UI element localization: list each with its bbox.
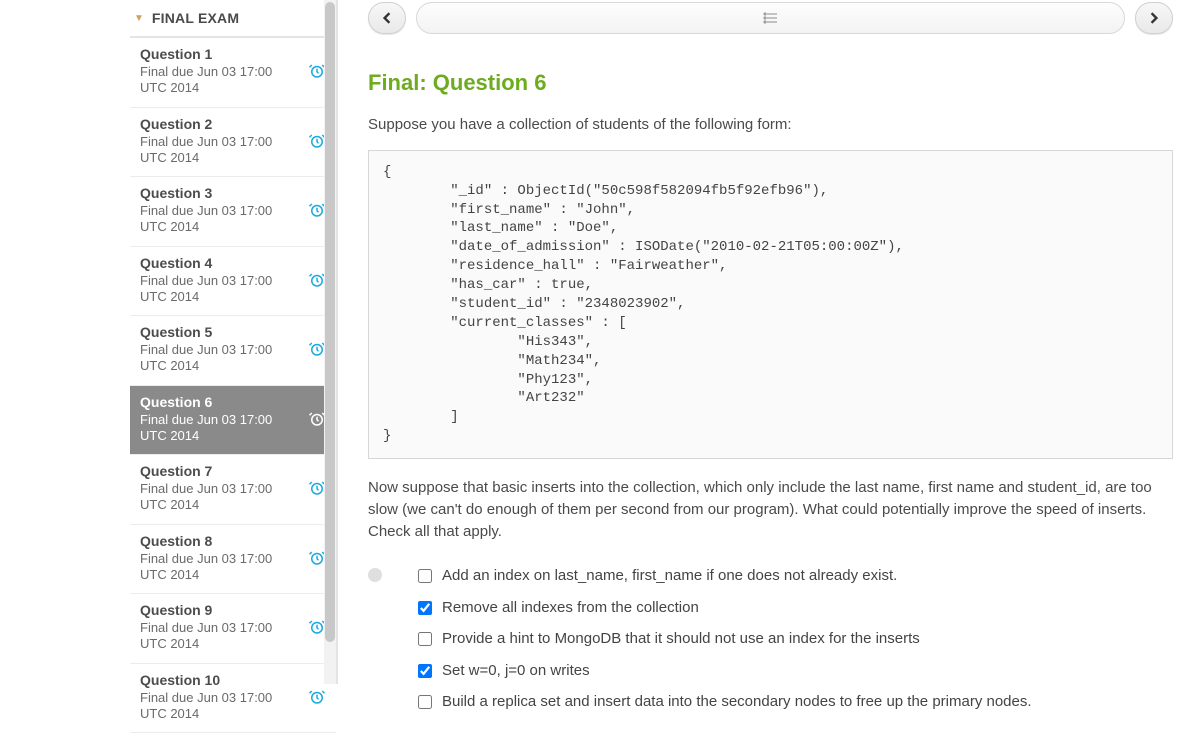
sidebar-item-title: Question 9 [140,602,300,618]
next-unit-button[interactable] [1135,2,1173,34]
sidebar-item-subtitle: Final due Jun 03 17:00 UTC 2014 [140,481,300,514]
question-prompt: Now suppose that basic inserts into the … [368,477,1173,542]
sidebar-item-question-7[interactable]: Question 7 Final due Jun 03 17:00 UTC 201… [130,455,336,525]
sidebar-item-title: Question 3 [140,185,300,201]
answer-checkbox-5[interactable] [418,695,432,709]
sidebar-item-subtitle: Final due Jun 03 17:00 UTC 2014 [140,690,300,723]
answer-list: Add an index on last_name, first_name if… [418,566,1173,724]
sidebar-item-title: Question 7 [140,463,300,479]
sidebar-item-subtitle: Final due Jun 03 17:00 UTC 2014 [140,412,300,445]
collapse-triangle-icon: ▼ [134,13,144,24]
sidebar-item-question-4[interactable]: Question 4 Final due Jun 03 17:00 UTC 201… [130,247,336,317]
question-heading: Final: Question 6 [368,70,1173,96]
sidebar-scrollbar-thumb[interactable] [325,2,335,642]
sidebar-item-title: Question 10 [140,672,300,688]
sidebar-item-subtitle: Final due Jun 03 17:00 UTC 2014 [140,64,300,97]
sidebar-item-question-9[interactable]: Question 9 Final due Jun 03 17:00 UTC 201… [130,594,336,664]
section-title: FINAL EXAM [152,10,239,26]
answer-label: Provide a hint to MongoDB that it should… [442,629,920,649]
answer-checkbox-3[interactable] [418,632,432,646]
question-list: Question 1 Final due Jun 03 17:00 UTC 201… [130,38,336,733]
sidebar-item-title: Question 8 [140,533,300,549]
sidebar-item-subtitle: Final due Jun 03 17:00 UTC 2014 [140,342,300,375]
main-content: Final: Question 6 Suppose you have a col… [338,0,1203,684]
question-intro: Suppose you have a collection of student… [368,114,1173,136]
answer-checkbox-2[interactable] [418,601,432,615]
answer-checkbox-1[interactable] [418,569,432,583]
prev-unit-button[interactable] [368,2,406,34]
answer-label: Set w=0, j=0 on writes [442,661,590,681]
unit-nav-spacer[interactable] [416,2,1125,34]
answer-label: Add an index on last_name, first_name if… [442,566,897,586]
sidebar-item-question-2[interactable]: Question 2 Final due Jun 03 17:00 UTC 201… [130,108,336,178]
answer-label: Remove all indexes from the collection [442,598,699,618]
answer-option-5[interactable]: Build a replica set and insert data into… [418,692,1173,712]
status-column [368,566,418,724]
alarm-clock-icon [308,688,326,706]
section-header[interactable]: ▼ FINAL EXAM [130,0,336,38]
status-indicator-icon [368,568,382,582]
sidebar-item-subtitle: Final due Jun 03 17:00 UTC 2014 [140,203,300,236]
sidebar-item-subtitle: Final due Jun 03 17:00 UTC 2014 [140,620,300,653]
sidebar-item-question-3[interactable]: Question 3 Final due Jun 03 17:00 UTC 201… [130,177,336,247]
answer-checkbox-4[interactable] [418,664,432,678]
answer-option-1[interactable]: Add an index on last_name, first_name if… [418,566,1173,586]
sidebar-item-title: Question 2 [140,116,300,132]
sidebar-item-question-1[interactable]: Question 1 Final due Jun 03 17:00 UTC 201… [130,38,336,108]
sidebar-item-question-10[interactable]: Question 10 Final due Jun 03 17:00 UTC 20… [130,664,336,733]
sidebar-item-title: Question 1 [140,46,300,62]
answer-option-4[interactable]: Set w=0, j=0 on writes [418,661,1173,681]
sidebar-item-subtitle: Final due Jun 03 17:00 UTC 2014 [140,273,300,306]
sidebar-item-title: Question 6 [140,394,300,410]
sidebar-item-question-5[interactable]: Question 5 Final due Jun 03 17:00 UTC 201… [130,316,336,386]
answer-option-2[interactable]: Remove all indexes from the collection [418,598,1173,618]
sidebar-item-title: Question 5 [140,324,300,340]
sidebar-scrollbar[interactable] [324,0,336,684]
sidebar-item-subtitle: Final due Jun 03 17:00 UTC 2014 [140,551,300,584]
sidebar-item-title: Question 4 [140,255,300,271]
unit-nav [368,0,1173,36]
sidebar-item-question-6[interactable]: Question 6 Final due Jun 03 17:00 UTC 201… [130,386,336,456]
answer-label: Build a replica set and insert data into… [442,692,1032,712]
answer-option-3[interactable]: Provide a hint to MongoDB that it should… [418,629,1173,649]
sidebar: ▼ FINAL EXAM Question 1 Final due Jun 03 … [0,0,338,684]
code-sample: { "_id" : ObjectId("50c598f582094fb5f92e… [368,150,1173,459]
sidebar-item-question-8[interactable]: Question 8 Final due Jun 03 17:00 UTC 201… [130,525,336,595]
sidebar-item-subtitle: Final due Jun 03 17:00 UTC 2014 [140,134,300,167]
